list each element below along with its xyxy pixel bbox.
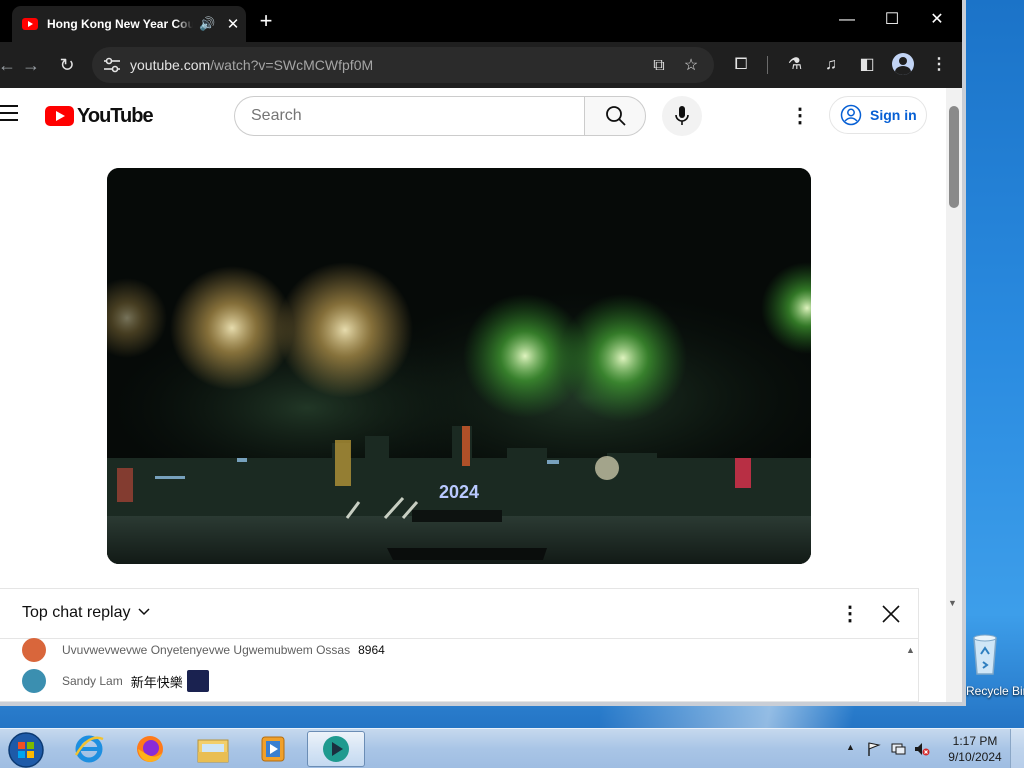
close-window-button[interactable]: ✕ <box>922 6 952 34</box>
firefox-icon <box>137 736 163 762</box>
recycle-bin-shortcut[interactable]: Recycle Bin <box>966 630 1024 700</box>
search-button[interactable] <box>584 96 646 136</box>
video-player[interactable]: 2024 <box>107 168 811 564</box>
maximize-button[interactable]: ☐ <box>877 6 907 34</box>
chat-more-icon[interactable]: ⋮ <box>840 601 860 627</box>
video-2024-sign: 2024 <box>439 482 479 502</box>
action-center-flag-icon[interactable] <box>866 741 882 757</box>
tab-strip: Hong Kong New Year Countdown 🔊 ✕ + — ☐ ✕ <box>0 0 962 42</box>
network-icon[interactable] <box>890 741 906 757</box>
browser-window: Hong Kong New Year Countdown 🔊 ✕ + — ☐ ✕… <box>0 0 966 706</box>
recycle-bin-icon <box>973 634 997 675</box>
reload-icon[interactable]: ↻ <box>54 52 80 78</box>
clock-time: 1:17 PM <box>952 734 998 748</box>
address-bar[interactable]: youtube.com/watch?v=SWcMCWfpf0M ⧉ ☆ <box>92 47 714 83</box>
forward-arrow-icon[interactable]: → <box>18 52 44 78</box>
chevron-down-icon[interactable] <box>137 605 151 619</box>
browser-menu-icon[interactable]: ⋮ <box>927 53 951 77</box>
tab-youtube[interactable]: Hong Kong New Year Countdown 🔊 ✕ <box>12 6 246 42</box>
avatar <box>22 638 46 662</box>
voice-search-button[interactable] <box>662 96 702 136</box>
extensions-icon[interactable]: ⧠ <box>729 53 753 77</box>
firework-gold-1 <box>170 266 294 390</box>
fireworks-video-frame: 2024 <box>107 168 811 564</box>
tab-title: Hong Kong New Year Countdown <box>47 17 193 31</box>
recycle-bin-label: Recycle Bin <box>966 684 1024 698</box>
show-hidden-icons-icon[interactable]: ▲ <box>846 742 855 752</box>
sign-in-label: Sign in <box>870 107 917 123</box>
url-text: youtube.com/watch?v=SWcMCWfpf0M <box>130 57 373 73</box>
scrollbar-thumb[interactable] <box>949 106 959 208</box>
folder-icon <box>197 739 229 763</box>
taskbar-active-app[interactable] <box>307 731 365 767</box>
chat-scroll-up-icon[interactable]: ▲ <box>906 645 915 655</box>
chat-mode-dropdown[interactable]: Top chat replay <box>22 604 131 622</box>
internet-explorer-icon <box>74 735 104 763</box>
close-icon[interactable] <box>879 602 903 626</box>
labs-flask-icon[interactable]: ⚗ <box>783 53 807 77</box>
page-scrollbar[interactable] <box>946 88 962 702</box>
speaker-icon[interactable]: 🔊 <box>199 16 215 32</box>
active-app-icon <box>323 736 349 762</box>
youtube-play-logo-icon <box>45 106 74 126</box>
volume-muted-icon[interactable] <box>914 741 930 757</box>
taskbar-internet-explorer[interactable] <box>60 731 118 767</box>
taskbar-firefox[interactable] <box>121 731 179 767</box>
chat-header: Top chat replay ⋮ <box>0 589 919 639</box>
minimize-button[interactable]: — <box>832 6 862 34</box>
account-circle-icon <box>840 104 862 126</box>
youtube-logo[interactable]: YouTube <box>45 104 154 127</box>
hamburger-menu-icon[interactable] <box>0 105 20 125</box>
firework-gold-2 <box>277 262 413 398</box>
chat-author: Uvuvwevwevwe Onyetenyevwe Ugwemubwem Oss… <box>62 643 351 657</box>
bookmark-star-icon[interactable]: ☆ <box>680 55 702 77</box>
media-controls-icon[interactable]: ♫ <box>819 53 843 77</box>
start-button-icon[interactable] <box>7 731 45 768</box>
chat-text: 新年快樂 <box>130 674 183 690</box>
back-arrow-icon[interactable]: ← <box>0 52 20 78</box>
youtube-page: YouTube ⋮ <box>0 88 946 702</box>
youtube-favicon-icon <box>22 18 38 30</box>
site-info-icon[interactable] <box>102 56 122 74</box>
youtube-wordmark: YouTube <box>77 104 154 127</box>
profile-avatar-icon[interactable] <box>892 53 914 75</box>
taskbar: ▲ 1:17 PM 9/10/2024 <box>0 728 1024 768</box>
search-icon <box>606 106 626 126</box>
chat-message: Sandy Lam 新年快樂 <box>22 668 209 694</box>
page-scroll-down-icon[interactable]: ▼ <box>948 598 957 608</box>
clock-date: 9/10/2024 <box>948 750 1002 764</box>
search-input[interactable] <box>234 96 584 136</box>
avatar <box>22 669 46 693</box>
chat-message: Uvuvwevwevwe Onyetenyevwe Ugwemubwem Oss… <box>22 637 385 663</box>
taskbar-file-explorer[interactable] <box>184 731 242 767</box>
browser-toolbar: ← → ↻ youtube.com/watch?v=SWcMCWfpf0M ⧉ … <box>0 42 962 88</box>
chat-replay-panel: Top chat replay ⋮ Uvuvwevwevwe Onyetenye… <box>0 588 919 702</box>
show-desktop-button[interactable] <box>1010 729 1024 768</box>
system-clock[interactable]: 1:17 PM 9/10/2024 <box>946 733 1004 765</box>
close-tab-icon[interactable]: ✕ <box>225 15 241 33</box>
sign-in-button[interactable]: Sign in <box>829 96 927 134</box>
url-host: youtube.com <box>130 57 211 73</box>
taskbar-media-player[interactable] <box>244 731 302 767</box>
youtube-header: YouTube ⋮ <box>0 88 946 144</box>
chat-author: Sandy Lam <box>62 674 123 688</box>
side-panel-icon[interactable]: ◧ <box>855 53 879 77</box>
settings-more-icon[interactable]: ⋮ <box>790 104 810 128</box>
toolbar-divider <box>767 56 768 74</box>
url-path: /watch?v=SWcMCWfpf0M <box>210 57 374 73</box>
new-tab-button[interactable]: + <box>254 8 278 34</box>
boat-silhouette <box>387 548 547 560</box>
media-player-icon <box>261 736 285 762</box>
install-app-icon[interactable]: ⧉ <box>648 55 670 77</box>
fireworks-emoji-icon <box>186 670 209 692</box>
microphone-icon <box>675 106 689 125</box>
firework-green-2 <box>559 294 687 422</box>
chat-text: 8964 <box>358 643 385 657</box>
